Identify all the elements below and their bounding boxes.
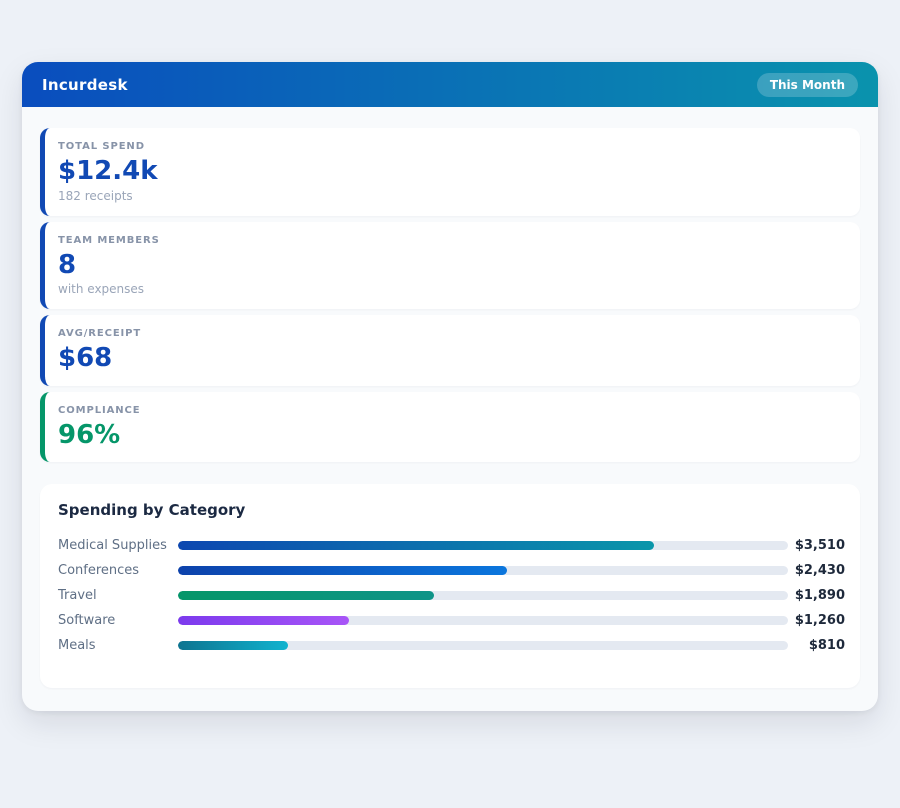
category-row: Travel $1,890 bbox=[58, 583, 845, 608]
category-label: Software bbox=[58, 613, 178, 628]
category-bar-fill bbox=[178, 566, 507, 575]
dashboard-panel: Incurdesk This Month TOTAL SPEND $12.4k … bbox=[22, 62, 878, 711]
stat-label: TEAM MEMBERS bbox=[58, 235, 844, 246]
category-bar-track bbox=[178, 541, 788, 550]
category-value: $810 bbox=[788, 638, 845, 653]
category-bar-track bbox=[178, 566, 788, 575]
category-row: Medical Supplies $3,510 bbox=[58, 533, 845, 558]
stat-subtext: with expenses bbox=[58, 282, 844, 296]
stat-value: $68 bbox=[58, 344, 844, 373]
stat-card-avg-receipt: AVG/RECEIPT $68 bbox=[40, 315, 860, 386]
category-bar-fill bbox=[178, 541, 654, 550]
app-title: Incurdesk bbox=[42, 76, 128, 94]
category-bar-list: Medical Supplies $3,510 Conferences $2,4… bbox=[58, 533, 845, 658]
stat-value: 96% bbox=[58, 421, 844, 450]
category-value: $2,430 bbox=[788, 563, 845, 578]
section-title: Spending by Category bbox=[58, 501, 845, 519]
dashboard-body: TOTAL SPEND $12.4k 182 receipts TEAM MEM… bbox=[22, 107, 878, 711]
category-bar-fill bbox=[178, 641, 288, 650]
category-bar-track bbox=[178, 616, 788, 625]
stat-subtext: 182 receipts bbox=[58, 189, 844, 203]
category-value: $1,890 bbox=[788, 588, 845, 603]
app-header: Incurdesk This Month bbox=[22, 62, 878, 107]
category-value: $1,260 bbox=[788, 613, 845, 628]
stat-value: 8 bbox=[58, 251, 844, 280]
category-label: Meals bbox=[58, 638, 178, 653]
stat-value: $12.4k bbox=[58, 157, 844, 186]
category-label: Conferences bbox=[58, 563, 178, 578]
period-badge[interactable]: This Month bbox=[757, 73, 858, 97]
category-row: Conferences $2,430 bbox=[58, 558, 845, 583]
stat-card-team-members: TEAM MEMBERS 8 with expenses bbox=[40, 222, 860, 310]
category-bar-fill bbox=[178, 616, 349, 625]
category-bar-track bbox=[178, 641, 788, 650]
category-row: Software $1,260 bbox=[58, 608, 845, 633]
category-bar-track bbox=[178, 591, 788, 600]
stat-label: TOTAL SPEND bbox=[58, 141, 844, 152]
stat-label: AVG/RECEIPT bbox=[58, 328, 844, 339]
category-label: Travel bbox=[58, 588, 178, 603]
category-value: $3,510 bbox=[788, 538, 845, 553]
spending-by-category-section: Spending by Category Medical Supplies $3… bbox=[40, 484, 860, 688]
stat-label: COMPLIANCE bbox=[58, 405, 844, 416]
category-bar-fill bbox=[178, 591, 434, 600]
stat-card-total-spend: TOTAL SPEND $12.4k 182 receipts bbox=[40, 128, 860, 216]
stat-card-compliance: COMPLIANCE 96% bbox=[40, 392, 860, 463]
category-label: Medical Supplies bbox=[58, 538, 178, 553]
category-row: Meals $810 bbox=[58, 633, 845, 658]
